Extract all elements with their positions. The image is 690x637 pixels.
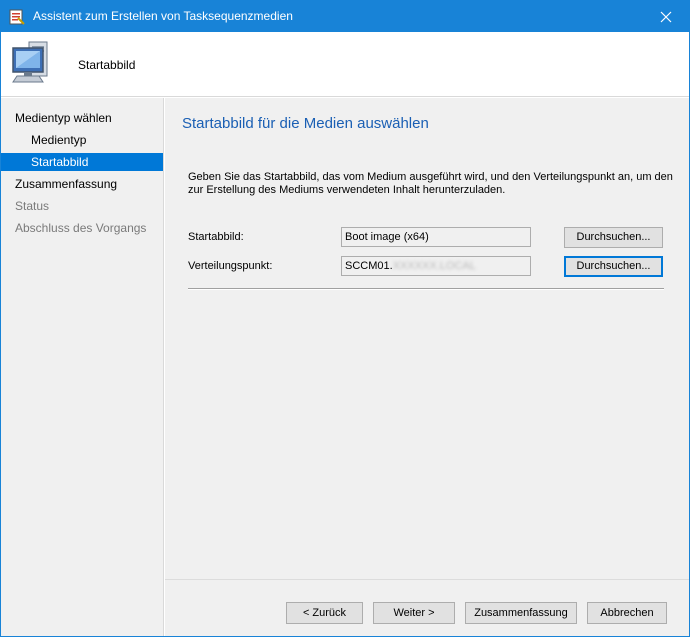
distribution-point-field: SCCM01.XXXXXX.LOCAL: [341, 256, 531, 276]
content-separator: [188, 288, 664, 290]
close-button[interactable]: [643, 1, 689, 32]
next-button[interactable]: Weiter >: [373, 602, 455, 624]
wizard-steps-sidebar: Medientyp wählen Medientyp Startabbild Z…: [1, 98, 164, 636]
step-startabbild: Startabbild: [1, 153, 163, 171]
step-medientyp: Medientyp: [31, 133, 87, 147]
distribution-point-browse-button[interactable]: Durchsuchen...: [564, 256, 663, 277]
step-medientyp-waehlen: Medientyp wählen: [15, 111, 112, 125]
back-button[interactable]: < Zurück: [286, 602, 363, 624]
redacted-domain: XXXXXX.LOCAL: [392, 260, 476, 272]
boot-image-browse-button[interactable]: Durchsuchen...: [564, 227, 663, 248]
step-status: Status: [15, 199, 50, 213]
summary-button[interactable]: Zusammenfassung: [465, 602, 577, 624]
wizard-content: Startabbild für die Medien auswählen Geb…: [165, 98, 689, 579]
distribution-point-value: SCCM01.: [345, 260, 393, 272]
window-title: Assistent zum Erstellen von Tasksequenzm…: [33, 9, 293, 23]
computer-icon: [12, 41, 48, 83]
close-icon: [660, 11, 672, 22]
boot-image-field: Boot image (x64): [341, 227, 531, 247]
distribution-point-label: Verteilungspunkt:: [188, 260, 273, 272]
step-zusammenfassung: Zusammenfassung: [15, 177, 118, 191]
wizard-window: Assistent zum Erstellen von Tasksequenzm…: [0, 0, 690, 637]
page-heading: Startabbild für die Medien auswählen: [182, 115, 429, 132]
boot-image-label: Startabbild:: [188, 231, 244, 243]
page-description: Geben Sie das Startabbild, das vom Mediu…: [188, 171, 673, 196]
wizard-app-icon: [9, 9, 25, 25]
wizard-footer: < Zurück Weiter > Zusammenfassung Abbrec…: [165, 579, 689, 636]
cancel-button[interactable]: Abbrechen: [587, 602, 667, 624]
header-title: Startabbild: [78, 58, 136, 72]
step-abschluss: Abschluss des Vorgangs: [15, 221, 147, 235]
wizard-header: Startabbild: [1, 32, 689, 97]
title-bar: Assistent zum Erstellen von Tasksequenzm…: [1, 1, 689, 32]
